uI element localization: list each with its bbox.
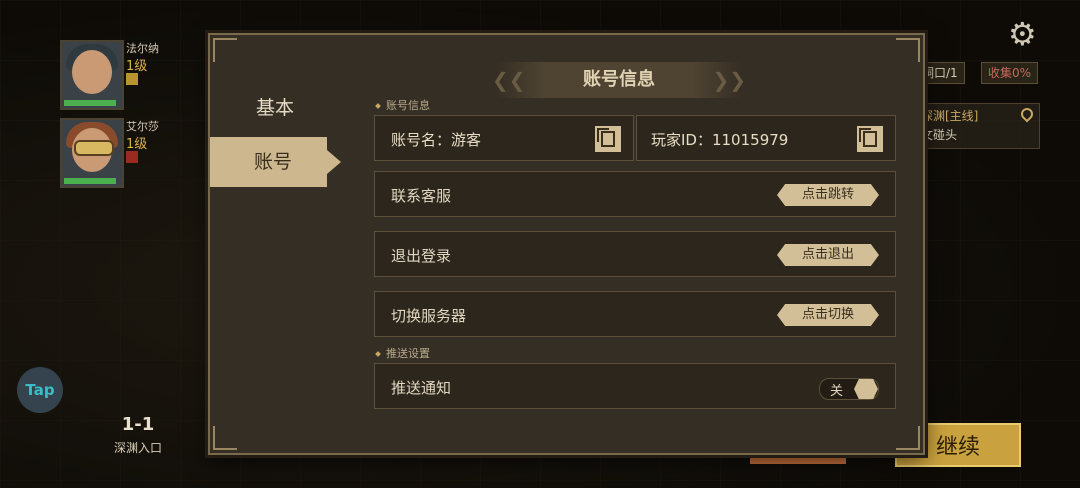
- corner-ornament: [213, 38, 237, 62]
- stage-info: 1-1 深渊入口: [110, 414, 166, 456]
- gear-icon[interactable]: ⚙: [1008, 18, 1037, 50]
- rank-icon: [126, 73, 138, 85]
- settings-modal: ❮❮ 账号信息 ❯❯ 基本 账号 账号信息 账号名：游客 玩家ID：110159…: [208, 33, 925, 455]
- corner-ornament: [896, 38, 920, 62]
- row-push-notification: 推送通知 关: [374, 363, 896, 409]
- row-contact-support: 联系客服 点击跳转: [374, 171, 896, 217]
- copy-icon: [859, 128, 877, 147]
- modal-title-banner: ❮❮ 账号信息 ❯❯: [492, 62, 746, 98]
- row-label: 联系客服: [391, 187, 452, 205]
- contact-support-button[interactable]: 点击跳转: [777, 184, 879, 206]
- hero-portrait: [60, 118, 124, 188]
- hero-level: 1级: [126, 137, 148, 152]
- settings-content[interactable]: 账号信息 账号名：游客 玩家ID：11015979 联系客服 点击跳转 退出登录…: [374, 97, 896, 413]
- push-toggle[interactable]: 关: [819, 378, 879, 400]
- player-id: 玩家ID：11015979: [651, 131, 789, 149]
- row-label: 退出登录: [391, 247, 452, 265]
- hero-name: 艾尔莎: [126, 120, 159, 133]
- tab-account-label: 账号: [254, 151, 293, 173]
- account-id-row: 账号名：游客 玩家ID：11015979: [374, 115, 896, 161]
- account-name-box: 账号名：游客: [374, 115, 634, 161]
- rank-icon: [126, 151, 138, 163]
- toggle-knob: [854, 379, 878, 399]
- section-header-push: 推送设置: [374, 345, 896, 363]
- chevron-right-icon: ❯❯: [712, 68, 746, 92]
- hero-portrait: [60, 40, 124, 110]
- copy-account-name-button[interactable]: [595, 126, 621, 152]
- hero-name: 法尔纳: [126, 42, 159, 55]
- switch-server-button[interactable]: 点击切换: [777, 304, 879, 326]
- hero-hp-bar: [64, 100, 116, 106]
- taptap-button[interactable]: Tap: [17, 367, 63, 413]
- hero-level: 1级: [126, 59, 148, 74]
- chevron-left-icon: ❮❮: [492, 68, 526, 92]
- account-name: 账号名：游客: [391, 131, 482, 149]
- copy-icon: [597, 128, 615, 147]
- player-id-box: 玩家ID：11015979: [636, 115, 896, 161]
- tab-account[interactable]: 账号: [210, 137, 341, 187]
- logout-button[interactable]: 点击退出: [777, 244, 879, 266]
- copy-player-id-button[interactable]: [857, 126, 883, 152]
- section-header-account: 账号信息: [374, 97, 896, 115]
- quest-subtitle: 文碰头: [921, 128, 958, 142]
- corner-ornament: [213, 426, 237, 450]
- tab-basic[interactable]: 基本: [256, 93, 294, 120]
- row-logout: 退出登录 点击退出: [374, 231, 896, 277]
- modal-title: 账号信息: [583, 69, 655, 90]
- stage-number: 1-1: [121, 414, 155, 435]
- stage-name: 深渊入口: [113, 441, 162, 455]
- hero-card-2[interactable]: 艾尔莎 1级: [60, 118, 180, 190]
- row-label: 推送通知: [391, 379, 452, 397]
- corner-ornament: [896, 426, 920, 450]
- quest-tracker[interactable]: 深渊[主线] 文碰头: [916, 103, 1040, 149]
- hero-hp-bar: [64, 178, 116, 184]
- row-switch-server: 切换服务器 点击切换: [374, 291, 896, 337]
- hero-card-1[interactable]: 法尔纳 1级: [60, 40, 180, 112]
- toggle-state: 关: [830, 384, 844, 399]
- row-label: 切换服务器: [391, 307, 467, 325]
- tab-pointer: [327, 150, 341, 174]
- tab-collect[interactable]: 收集0%: [981, 62, 1039, 84]
